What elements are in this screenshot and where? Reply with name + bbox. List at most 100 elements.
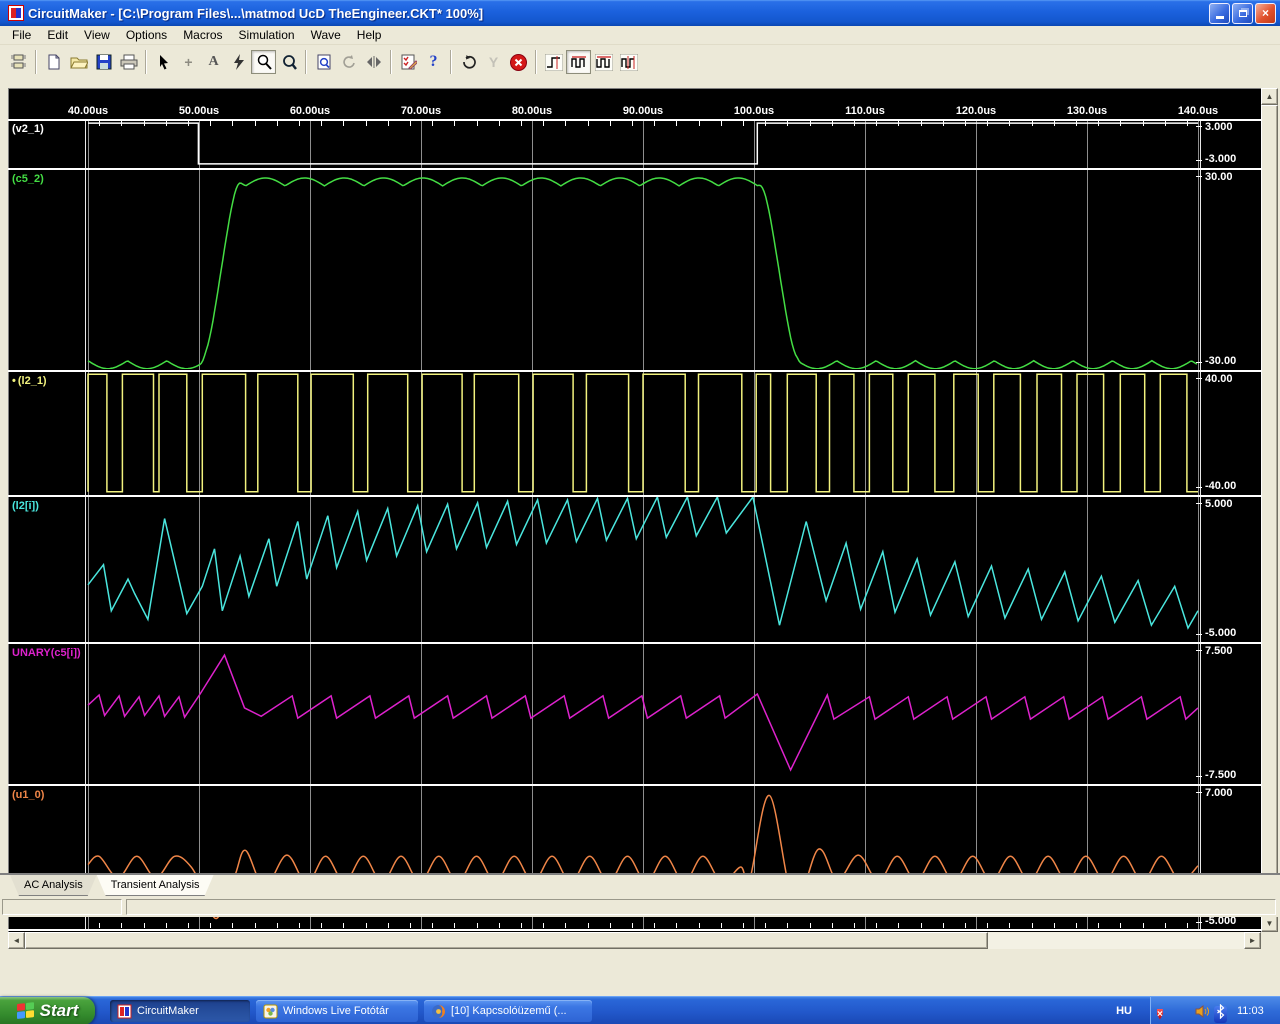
probe-tool-button[interactable] <box>226 50 251 74</box>
volume-icon[interactable] <box>1195 1004 1210 1019</box>
minimize-icon <box>1215 16 1224 19</box>
task-label: Windows Live Fotótár <box>283 1005 389 1017</box>
mirror-button[interactable] <box>361 50 386 74</box>
photo-gallery-icon <box>263 1004 278 1019</box>
wave-pulses2-icon <box>594 53 613 71</box>
tab-ac-analysis[interactable]: AC Analysis <box>10 875 97 896</box>
wave-digital-button[interactable] <box>566 50 591 74</box>
vertical-scroll-thumb[interactable] <box>1261 105 1278 915</box>
close-button[interactable]: × <box>1255 2 1276 24</box>
vertical-scrollbar[interactable]: ▲ ▼ <box>1261 88 1278 932</box>
wave-pulses-icon <box>570 55 586 68</box>
bluetooth-icon[interactable] <box>1214 1003 1229 1023</box>
zoom-tool-button[interactable] <box>251 50 276 74</box>
cursor-icon <box>159 55 168 70</box>
menu-edit[interactable]: Edit <box>39 26 76 44</box>
toolbar: + A ? Y <box>0 45 1280 79</box>
menu-help[interactable]: Help <box>349 26 390 44</box>
start-label: Start <box>39 1001 79 1020</box>
wave-split-button[interactable] <box>616 50 641 74</box>
scroll-right-button[interactable]: ► <box>1244 932 1261 949</box>
print-button[interactable] <box>116 50 141 74</box>
new-button[interactable] <box>41 50 66 74</box>
up-arrow-icon: ▲ <box>1265 92 1274 101</box>
menu-macros[interactable]: Macros <box>175 26 230 44</box>
toolbar-separator <box>145 50 147 74</box>
scroll-up-button[interactable]: ▲ <box>1261 88 1278 105</box>
status-cell-main <box>126 899 1276 915</box>
task-label: [10] Kapcsolóüzemű (... <box>451 1005 567 1017</box>
status-cell-left <box>2 899 122 915</box>
taskbar-item-browser[interactable]: [10] Kapcsolóüzemű (... <box>424 1000 592 1022</box>
wire-tool-icon: + <box>184 54 193 70</box>
circuitmaker-window: CircuitMaker - [C:\Program Files\...\mat… <box>0 0 1280 1024</box>
mirror-arrows-icon <box>366 56 381 68</box>
select-tool-button[interactable] <box>151 50 176 74</box>
wave-cursor-button[interactable] <box>541 50 566 74</box>
scrollbar-corner <box>1261 932 1280 949</box>
part-bin-icon <box>10 54 26 69</box>
security-shield-icon[interactable]: × <box>1157 1004 1172 1020</box>
rerun-button[interactable] <box>456 50 481 74</box>
menu-view[interactable]: View <box>76 26 118 44</box>
menu-wave[interactable]: Wave <box>303 26 349 44</box>
magnifier-q-icon <box>282 55 297 70</box>
minimize-button[interactable] <box>1209 2 1230 24</box>
open-button[interactable] <box>66 50 91 74</box>
help-button[interactable]: ? <box>421 50 446 74</box>
print-icon <box>120 54 137 70</box>
wave-analog-button[interactable] <box>591 50 616 74</box>
menu-options[interactable]: Options <box>118 26 175 44</box>
tab-transient-analysis[interactable]: Transient Analysis <box>97 875 214 896</box>
left-arrow-icon: ◄ <box>12 936 21 945</box>
rotate-button[interactable] <box>336 50 361 74</box>
horizontal-scroll-thumb[interactable] <box>25 932 988 949</box>
status-bar <box>0 896 1280 917</box>
scroll-down-button[interactable]: ▼ <box>1261 915 1278 932</box>
title-bar: CircuitMaker - [C:\Program Files\...\mat… <box>0 0 1280 26</box>
magnifier-icon <box>257 54 272 70</box>
circuitmaker-icon <box>117 1004 132 1019</box>
help-icon: ? <box>429 53 438 70</box>
stop-icon <box>510 53 527 71</box>
lightning-icon <box>233 54 244 70</box>
text-tool-button[interactable]: A <box>201 50 226 74</box>
device-icon[interactable] <box>1176 1004 1191 1019</box>
tray-clock[interactable]: 11:03 <box>1237 1005 1264 1017</box>
firefox-icon <box>431 1004 446 1019</box>
scroll-left-button[interactable]: ◄ <box>8 932 25 949</box>
app-icon <box>8 5 24 21</box>
waveform-window <box>0 79 1280 996</box>
task-label: CircuitMaker <box>137 1005 199 1017</box>
start-button[interactable]: Start <box>0 997 95 1024</box>
rules-check-button[interactable] <box>396 50 421 74</box>
language-indicator[interactable]: HU <box>1106 997 1142 1024</box>
check-list-icon <box>401 54 417 70</box>
wire-tool-button[interactable]: + <box>176 50 201 74</box>
taskbar-item-fototar[interactable]: Windows Live Fotótár <box>256 1000 418 1022</box>
find-button[interactable] <box>311 50 336 74</box>
horizontal-scrollbar[interactable]: ◄ ► <box>8 932 1261 949</box>
windows-flag-icon <box>16 1002 35 1020</box>
toolbar-separator <box>535 50 537 74</box>
wrench-icon: Y <box>488 54 499 70</box>
setup-button[interactable]: Y <box>481 50 506 74</box>
restore-icon <box>1238 9 1247 17</box>
restore-button[interactable] <box>1232 2 1253 24</box>
menu-file[interactable]: File <box>4 26 39 44</box>
wave-split-icon <box>619 53 638 71</box>
menu-bar: File Edit View Options Macros Simulation… <box>0 26 1280 45</box>
window-title: CircuitMaker - [C:\Program Files\...\mat… <box>28 5 484 21</box>
part-bin-button[interactable] <box>6 50 31 74</box>
save-button[interactable] <box>91 50 116 74</box>
text-tool-icon: A <box>208 54 219 69</box>
find-document-icon <box>317 54 330 70</box>
new-document-icon <box>48 54 59 70</box>
stop-simulation-button[interactable] <box>506 50 531 74</box>
taskbar-item-circuitmaker[interactable]: CircuitMaker <box>110 1000 250 1022</box>
wave-step-icon <box>544 53 563 71</box>
menu-simulation[interactable]: Simulation <box>231 26 303 44</box>
analysis-tab-row: AC Analysis Transient Analysis <box>0 873 1280 896</box>
rotate-icon <box>342 55 355 68</box>
zoom-select-button[interactable] <box>276 50 301 74</box>
